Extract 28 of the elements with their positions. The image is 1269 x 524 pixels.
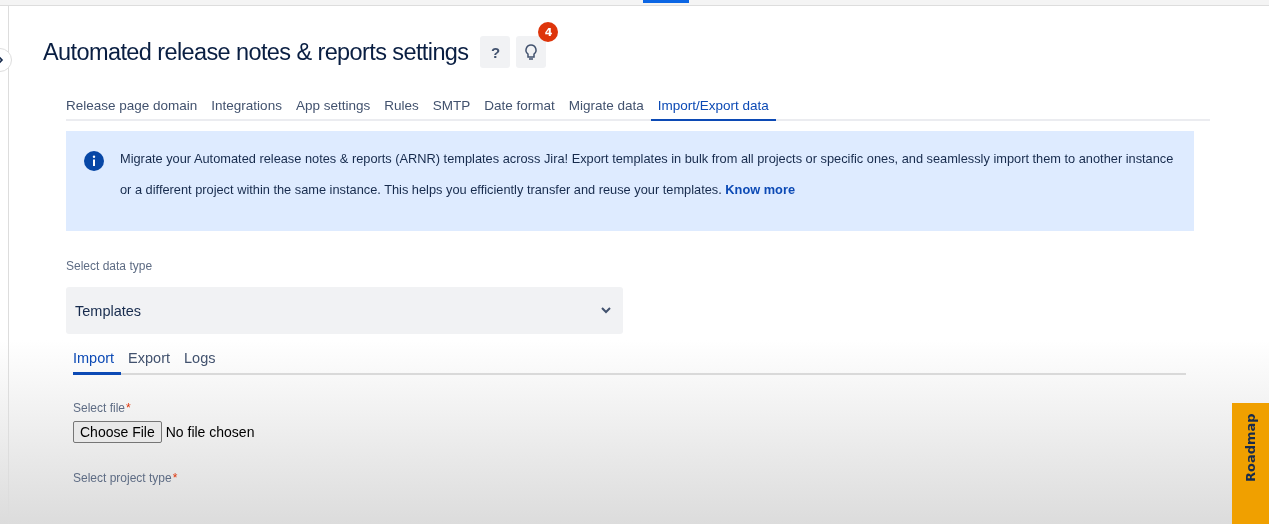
page-title: Automated release notes & reports settings bbox=[43, 38, 469, 66]
know-more-link[interactable]: Know more bbox=[725, 182, 795, 197]
import-export-tab[interactable]: Export bbox=[121, 350, 177, 375]
roadmap-tab[interactable]: Roadmap bbox=[1232, 403, 1269, 524]
choose-file-button[interactable]: Choose File bbox=[73, 421, 162, 443]
notification-badge: 4 bbox=[538, 22, 559, 42]
file-status: No file chosen bbox=[165, 424, 255, 440]
settings-tab[interactable]: SMTP bbox=[425, 98, 478, 121]
settings-tab[interactable]: Date format bbox=[477, 98, 562, 121]
help-button[interactable]: ? bbox=[480, 36, 511, 68]
settings-tab[interactable]: Integrations bbox=[204, 98, 289, 121]
settings-tab[interactable]: App settings bbox=[288, 98, 378, 121]
data-type-select[interactable]: Templates bbox=[66, 287, 623, 334]
settings-tab[interactable]: Release page domain bbox=[66, 98, 205, 121]
field-label: Select project type* bbox=[73, 471, 179, 485]
info-icon bbox=[84, 151, 104, 171]
settings-tab[interactable]: Import/Export data bbox=[650, 98, 776, 121]
field-label: Select data type bbox=[66, 259, 154, 273]
top-nav-indicator bbox=[643, 0, 689, 3]
lightbulb-button[interactable] bbox=[516, 36, 547, 68]
import-export-tab[interactable]: Import bbox=[73, 350, 122, 375]
settings-tab[interactable]: Rules bbox=[377, 98, 426, 121]
field-label: Select file* bbox=[73, 401, 132, 415]
import-export-tab[interactable]: Logs bbox=[177, 350, 223, 375]
lightbulb-icon bbox=[524, 43, 539, 61]
chevron-down-icon bbox=[601, 307, 611, 314]
settings-tab[interactable]: Migrate data bbox=[561, 98, 651, 121]
info-message: Migrate your Automated release notes & reports (ARNR) templates across Jira! Export templates in bulk from all projects or specific ones, and seamlessly import them to another instance or a different project within the same instance. This helps you efficiently transfer and reuse your templates. Know more bbox=[120, 150, 1175, 199]
